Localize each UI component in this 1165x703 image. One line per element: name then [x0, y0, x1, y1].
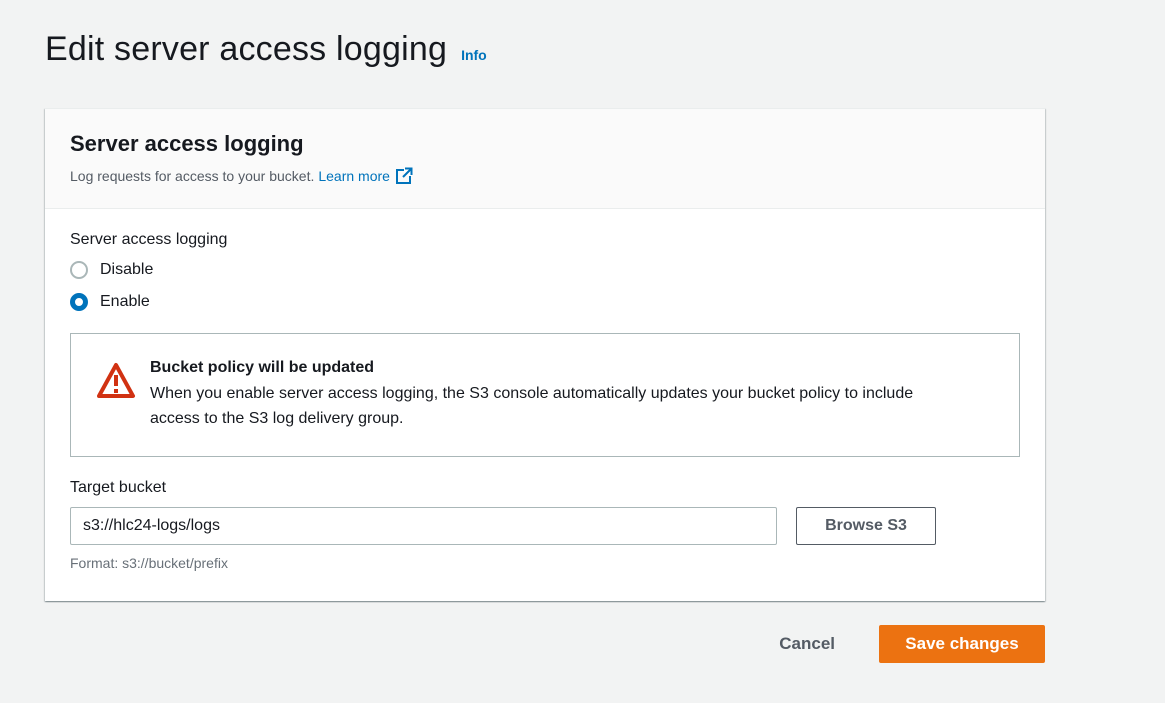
radio-disable-label: Disable: [100, 261, 154, 278]
radio-enable-circle[interactable]: [70, 293, 88, 311]
panel-body: Server access logging Disable Enable Buc…: [45, 209, 1045, 571]
target-bucket-hint: Format: s3://bucket/prefix: [70, 555, 228, 571]
page: Edit server access logging Info Server a…: [0, 0, 1165, 703]
info-link[interactable]: Info: [461, 47, 487, 63]
radio-enable-label: Enable: [100, 293, 150, 310]
alert-content: Bucket policy will be updated When you e…: [150, 359, 950, 456]
cancel-button[interactable]: Cancel: [773, 633, 841, 655]
panel-header: Server access logging Log requests for a…: [45, 109, 1045, 209]
warning-icon: [97, 363, 135, 398]
learn-more-link[interactable]: Learn more: [318, 168, 390, 184]
target-bucket-row: Browse S3: [70, 507, 1020, 545]
save-changes-button[interactable]: Save changes: [879, 625, 1045, 663]
page-header: Edit server access logging Info: [45, 30, 487, 69]
bucket-policy-alert: Bucket policy will be updated When you e…: [70, 333, 1020, 457]
alert-title: Bucket policy will be updated: [150, 359, 375, 376]
external-link-icon[interactable]: [395, 167, 413, 185]
radio-disable[interactable]: Disable: [70, 261, 1020, 279]
radio-enable[interactable]: Enable: [70, 293, 1020, 311]
server-access-logging-panel: Server access logging Log requests for a…: [45, 108, 1045, 601]
target-bucket-label: Target bucket: [70, 479, 167, 496]
panel-description-text: Log requests for access to your bucket.: [70, 168, 315, 184]
page-title: Edit server access logging: [45, 30, 448, 68]
logging-field-label: Server access logging: [70, 231, 228, 248]
panel-title: Server access logging: [70, 131, 304, 156]
panel-description: Log requests for access to your bucket. …: [70, 167, 1020, 185]
target-bucket-input[interactable]: [70, 507, 777, 545]
form-actions: Cancel Save changes: [760, 625, 1045, 663]
browse-s3-button[interactable]: Browse S3: [796, 507, 936, 545]
radio-disable-circle[interactable]: [70, 261, 88, 279]
alert-text: When you enable server access logging, t…: [150, 385, 914, 427]
